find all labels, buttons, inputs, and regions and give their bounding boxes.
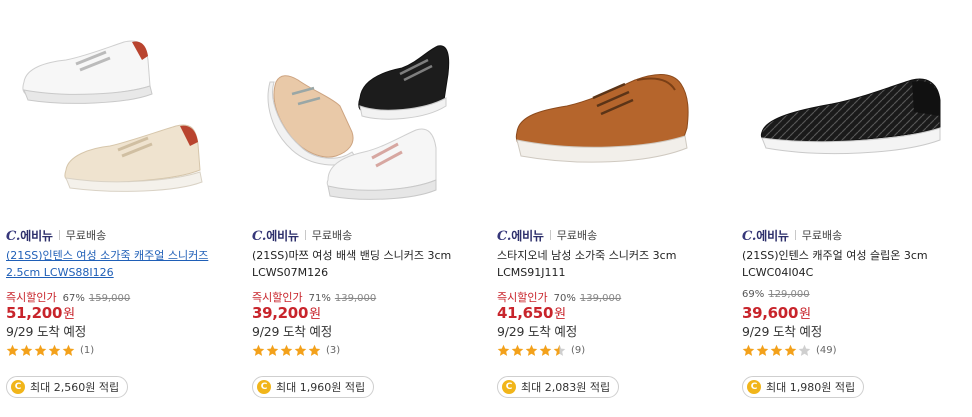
- star-icon: [539, 344, 552, 356]
- divider: [58, 230, 60, 240]
- brand-logo[interactable]: C.에비뉴: [252, 227, 299, 244]
- arrival-date: 9/29 도착 예정: [6, 324, 87, 339]
- star-icon: [742, 344, 755, 356]
- star-icon: [308, 344, 321, 356]
- star-icon: [6, 344, 19, 356]
- seller-row: C.에비뉴 무료배송: [497, 227, 598, 244]
- divider: [304, 230, 306, 240]
- star-icon: [252, 344, 265, 356]
- coin-icon: C: [747, 380, 761, 394]
- original-price: 129,000: [768, 289, 810, 300]
- coin-icon: C: [257, 380, 271, 394]
- star-rating: [252, 344, 322, 357]
- rating[interactable]: (3): [252, 344, 340, 357]
- original-price: 139,000: [579, 293, 622, 304]
- star-icon: [34, 344, 47, 356]
- divider: [549, 230, 551, 240]
- reward-badge: C 최대 2,083원 적립: [497, 376, 620, 398]
- star-icon: [511, 344, 524, 356]
- product-title-link[interactable]: (21SS)인텐스 여성 소가죽 캐주얼 스니커즈 2.5cm LCWS88I1…: [6, 247, 222, 281]
- product-image[interactable]: [6, 20, 230, 210]
- coin-icon: C: [502, 380, 516, 394]
- reward-text: 최대 1,980원 적립: [766, 381, 856, 394]
- brand-logo[interactable]: C.에비뉴: [497, 227, 544, 244]
- review-count: (1): [80, 345, 95, 356]
- review-count: (3): [326, 345, 341, 356]
- product-image[interactable]: [742, 20, 966, 210]
- reward-badge: C 최대 1,960원 적립: [252, 376, 375, 398]
- star-rating: [497, 344, 567, 357]
- black-woven-slipon-image: [760, 78, 941, 155]
- product-image[interactable]: [497, 20, 721, 210]
- reward-badge: C 최대 2,560원 적립: [6, 376, 129, 398]
- sale-price: 39,200원: [252, 304, 321, 322]
- arrival-date: 9/29 도착 예정: [497, 324, 578, 339]
- star-rating: [6, 344, 76, 357]
- sale-price: 39,600원: [742, 304, 811, 322]
- sale-price: 41,650원: [497, 304, 566, 322]
- sale-price: 51,200원: [6, 304, 75, 322]
- star-icon: [48, 344, 61, 356]
- product-title-link[interactable]: 스타지오네 남성 소가죽 스니커즈 3cm LCMS91J111: [497, 247, 713, 281]
- brand-logo[interactable]: C.에비뉴: [6, 227, 53, 244]
- arrival-date: 9/29 도착 예정: [742, 324, 823, 339]
- review-count: (9): [571, 345, 586, 356]
- star-icon: [20, 344, 33, 356]
- free-shipping-label: 무료배송: [556, 229, 598, 242]
- seller-row: C.에비뉴 무료배송: [6, 227, 107, 244]
- product-card[interactable]: C.에비뉴 무료배송 (21SS)인텐스 캐주얼 여성 슬립온 3cm LCWC…: [742, 0, 966, 417]
- free-shipping-label: 무료배송: [65, 229, 107, 242]
- star-icon: [770, 344, 783, 356]
- white-beige-sneakers-image: [22, 40, 203, 192]
- rating[interactable]: (9): [497, 344, 585, 357]
- product-title-link[interactable]: (21SS)마쯔 여성 배색 밴딩 스니커즈 3cm LCWS07M126: [252, 247, 468, 281]
- arrival-date: 9/29 도착 예정: [252, 324, 333, 339]
- coin-icon: C: [11, 380, 25, 394]
- original-price: 159,000: [88, 293, 131, 304]
- product-grid: C.에비뉴 무료배송 (21SS)인텐스 여성 소가죽 캐주얼 스니커즈 2.5…: [0, 0, 972, 417]
- divider: [794, 230, 796, 240]
- star-icon: [553, 344, 566, 356]
- free-shipping-label: 무료배송: [311, 229, 353, 242]
- product-card[interactable]: C.에비뉴 무료배송 (21SS)마쯔 여성 배색 밴딩 스니커즈 3cm LC…: [252, 0, 476, 417]
- brown-leather-sneaker-image: [515, 74, 689, 163]
- discount-rate: 69%: [742, 289, 765, 300]
- star-icon: [525, 344, 538, 356]
- review-count: (49): [816, 345, 837, 356]
- discount-row: 69% 129,000: [742, 289, 810, 300]
- product-card[interactable]: C.에비뉴 무료배송 (21SS)인텐스 여성 소가죽 캐주얼 스니커즈 2.5…: [6, 0, 230, 417]
- star-icon: [62, 344, 75, 356]
- product-title-link[interactable]: (21SS)인텐스 캐주얼 여성 슬립온 3cm LCWC04I04C: [742, 247, 958, 281]
- rating[interactable]: (1): [6, 344, 94, 357]
- reward-text: 최대 1,960원 적립: [276, 381, 366, 394]
- reward-text: 최대 2,560원 적립: [30, 381, 120, 394]
- seller-row: C.에비뉴 무료배송: [742, 227, 843, 244]
- brand-logo[interactable]: C.에비뉴: [742, 227, 789, 244]
- star-icon: [266, 344, 279, 356]
- seller-row: C.에비뉴 무료배송: [252, 227, 353, 244]
- original-price: 139,000: [334, 293, 377, 304]
- star-icon: [294, 344, 307, 356]
- reward-text: 최대 2,083원 적립: [521, 381, 611, 394]
- rating[interactable]: (49): [742, 344, 837, 357]
- product-card[interactable]: C.에비뉴 무료배송 스타지오네 남성 소가죽 스니커즈 3cm LCMS91J…: [497, 0, 721, 417]
- three-color-sneakers-image: [267, 45, 450, 200]
- star-icon: [784, 344, 797, 356]
- star-icon: [798, 344, 811, 356]
- reward-badge: C 최대 1,980원 적립: [742, 376, 865, 398]
- star-icon: [280, 344, 293, 356]
- star-icon: [497, 344, 510, 356]
- star-icon: [756, 344, 769, 356]
- product-image[interactable]: [252, 20, 476, 210]
- star-rating: [742, 344, 812, 357]
- free-shipping-label: 무료배송: [801, 229, 843, 242]
